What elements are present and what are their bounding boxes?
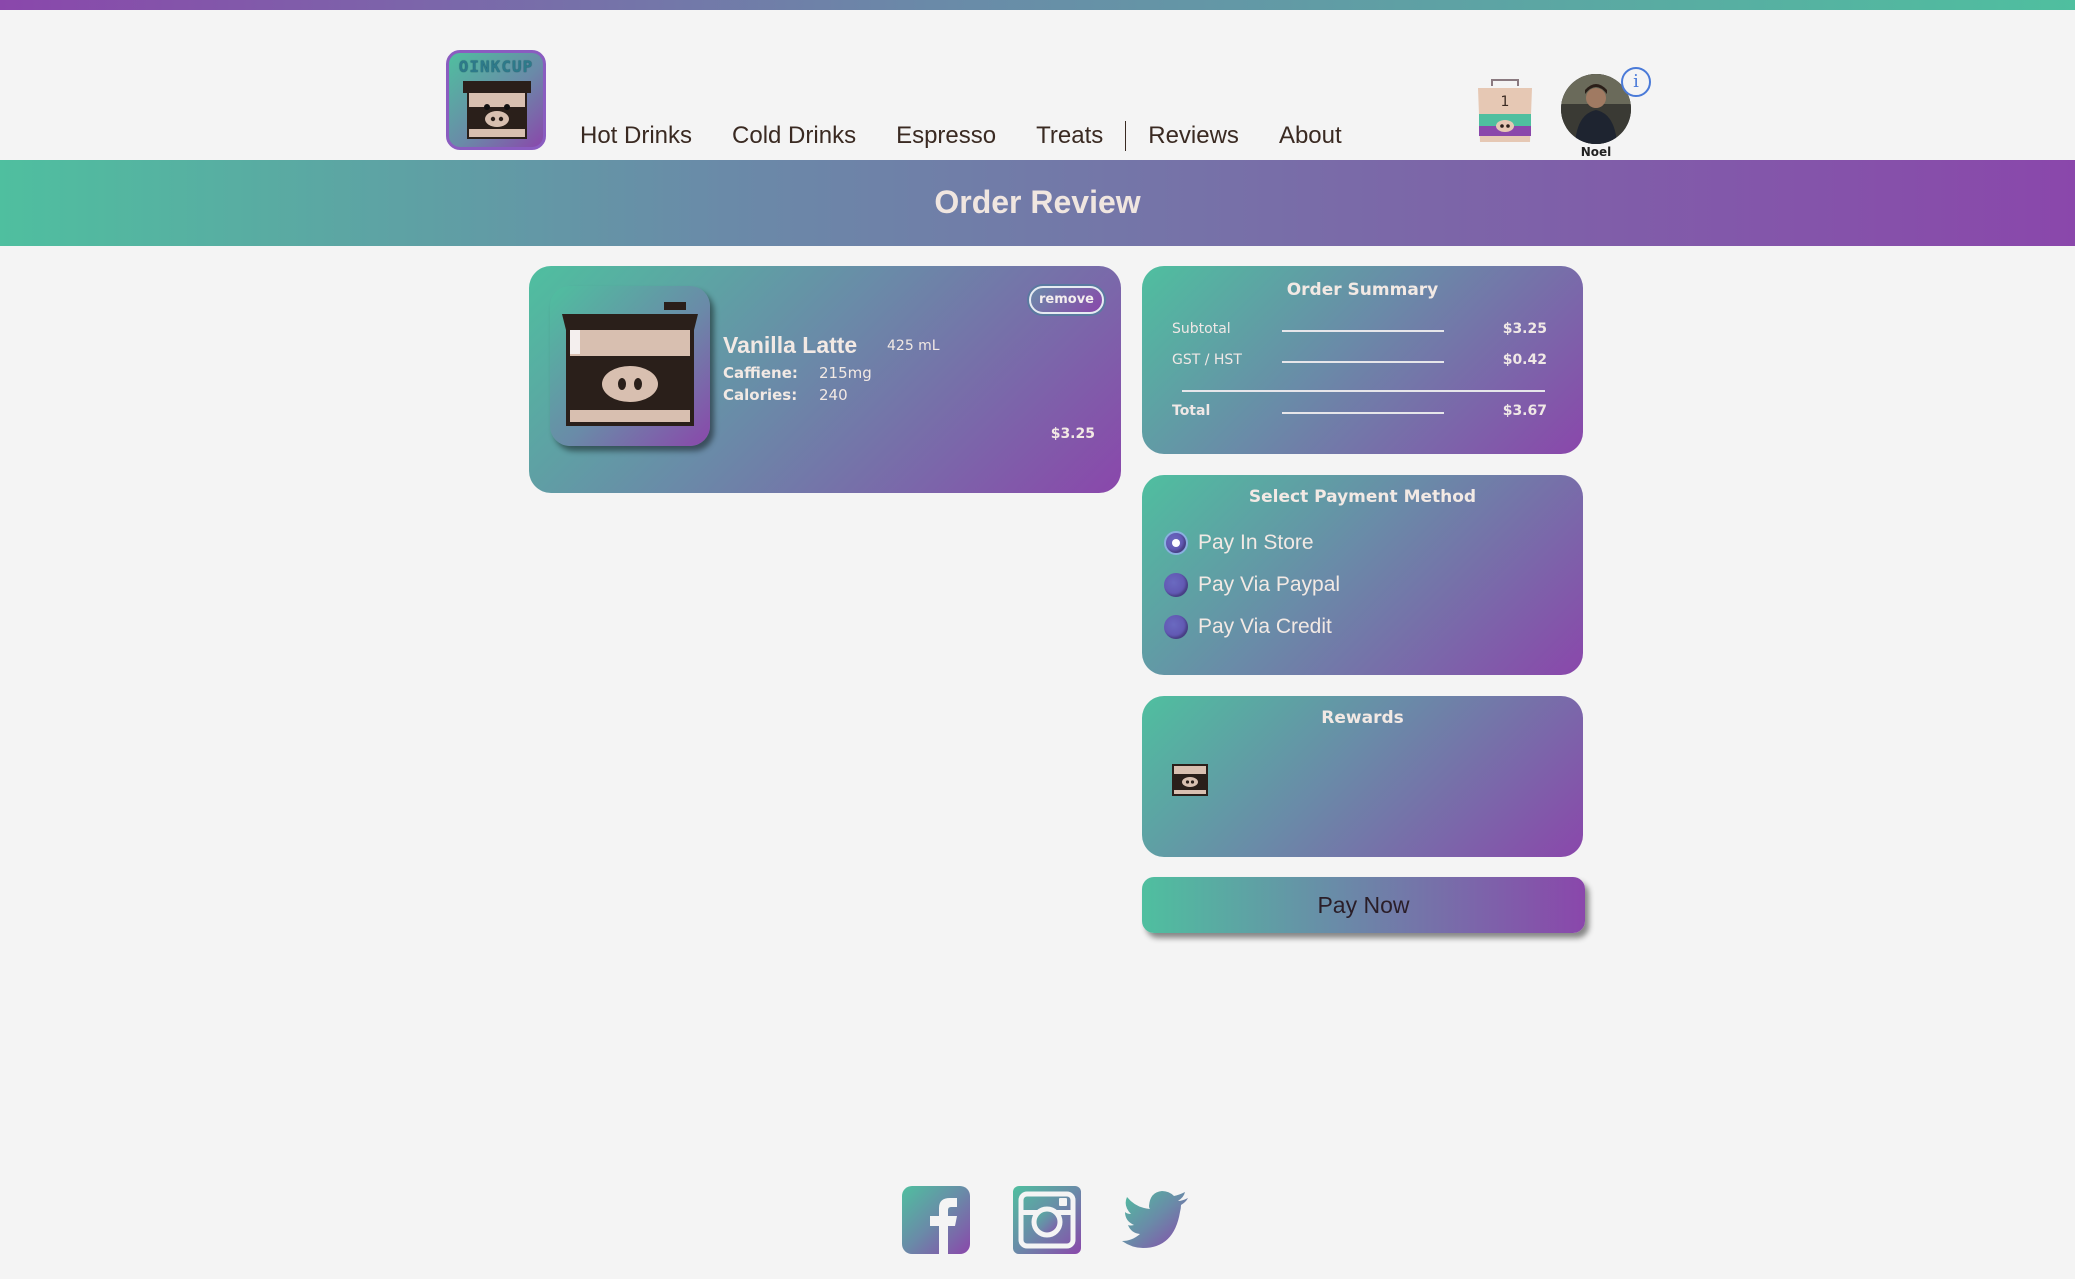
nav-cold-drinks[interactable]: Cold Drinks — [712, 122, 876, 150]
user-name: Noel — [1580, 145, 1612, 159]
rewards-title: Rewards — [1321, 708, 1404, 728]
payment-method-panel: Select Payment Method Pay In Store Pay V… — [1142, 475, 1583, 675]
tax-row: GST / HST $0.42 — [1172, 352, 1565, 372]
order-summary-panel: Order Summary Subtotal $3.25 GST / HST $… — [1142, 266, 1583, 454]
item-name: Vanilla Latte — [723, 332, 858, 358]
nav-reviews[interactable]: Reviews — [1128, 122, 1259, 150]
tax-value: $0.42 — [1502, 352, 1547, 368]
pay-via-credit-label: Pay Via Credit — [1198, 615, 1332, 638]
remove-item-button[interactable]: remove — [1029, 286, 1104, 314]
leader-line — [1282, 330, 1444, 332]
nav-espresso[interactable]: Espresso — [876, 122, 1016, 150]
latte-cup-icon — [562, 302, 698, 426]
total-value: $3.67 — [1502, 403, 1547, 419]
facebook-glyph — [902, 1186, 970, 1254]
summary-divider — [1182, 390, 1545, 392]
subtotal-row: Subtotal $3.25 — [1172, 321, 1565, 341]
leader-line — [1282, 361, 1444, 363]
cart-bag-icon[interactable]: 1 — [1474, 76, 1536, 146]
item-thumbnail — [550, 286, 710, 446]
site-logo[interactable]: OINKCUP — [446, 50, 546, 150]
pay-in-store-label: Pay In Store — [1198, 531, 1314, 554]
caffeine-value: 215mg — [819, 364, 872, 382]
page-title: Order Review — [934, 184, 1141, 220]
subtotal-value: $3.25 — [1502, 321, 1547, 337]
twitter-glyph — [1122, 1191, 1188, 1248]
cart-count-badge: 1 — [1500, 94, 1510, 110]
caffeine-label: Caffiene: — [723, 364, 798, 382]
item-price: $3.25 — [1050, 426, 1095, 442]
item-caffeine-row: Caffiene: 215mg — [723, 364, 872, 382]
main-nav: Hot Drinks Cold Drinks Espresso Treats R… — [560, 116, 1362, 156]
instagram-glyph — [1013, 1186, 1081, 1254]
cart-item-card: remove Vanilla Latte 425 mL Caffiene: 215… — [529, 266, 1121, 493]
total-label: Total — [1172, 403, 1211, 419]
item-calories-row: Calories: 240 — [723, 386, 848, 404]
bag-icon — [1478, 79, 1532, 142]
pay-via-paypal-option[interactable]: Pay Via Paypal — [1164, 570, 1340, 600]
order-summary-title: Order Summary — [1286, 280, 1439, 300]
facebook-icon[interactable] — [902, 1186, 970, 1254]
tax-label: GST / HST — [1172, 352, 1242, 368]
page-title-banner: Order Review — [0, 160, 2075, 246]
pay-via-credit-option[interactable]: Pay Via Credit — [1164, 612, 1332, 642]
twitter-icon[interactable] — [1122, 1186, 1190, 1254]
payment-method-title: Select Payment Method — [1248, 487, 1477, 507]
total-row: Total $3.67 — [1172, 403, 1565, 423]
cup-icon — [1172, 764, 1208, 796]
reward-cup-icon[interactable] — [1172, 764, 1208, 796]
radio-pay-via-credit[interactable] — [1164, 615, 1188, 639]
radio-pay-via-paypal[interactable] — [1164, 573, 1188, 597]
logo-wordmark: OINKCUP — [458, 57, 534, 76]
leader-line — [1282, 412, 1444, 414]
cup-icon — [463, 81, 531, 139]
nav-divider — [1125, 121, 1127, 151]
pay-via-paypal-label: Pay Via Paypal — [1198, 573, 1341, 596]
instagram-icon[interactable] — [1013, 1186, 1081, 1254]
pay-in-store-option[interactable]: Pay In Store — [1164, 528, 1314, 558]
nav-treats[interactable]: Treats — [1016, 122, 1123, 150]
calories-label: Calories: — [723, 386, 798, 404]
calories-value: 240 — [819, 386, 848, 404]
top-accent-stripe — [0, 0, 2075, 10]
pay-now-button[interactable]: Pay Now — [1142, 877, 1585, 933]
nav-about[interactable]: About — [1259, 122, 1362, 150]
rewards-panel: Rewards — [1142, 696, 1583, 857]
info-icon[interactable]: i — [1621, 67, 1651, 97]
nav-hot-drinks[interactable]: Hot Drinks — [560, 122, 712, 150]
item-size: 425 mL — [887, 338, 940, 354]
subtotal-label: Subtotal — [1172, 321, 1231, 337]
radio-pay-in-store[interactable] — [1164, 531, 1188, 555]
